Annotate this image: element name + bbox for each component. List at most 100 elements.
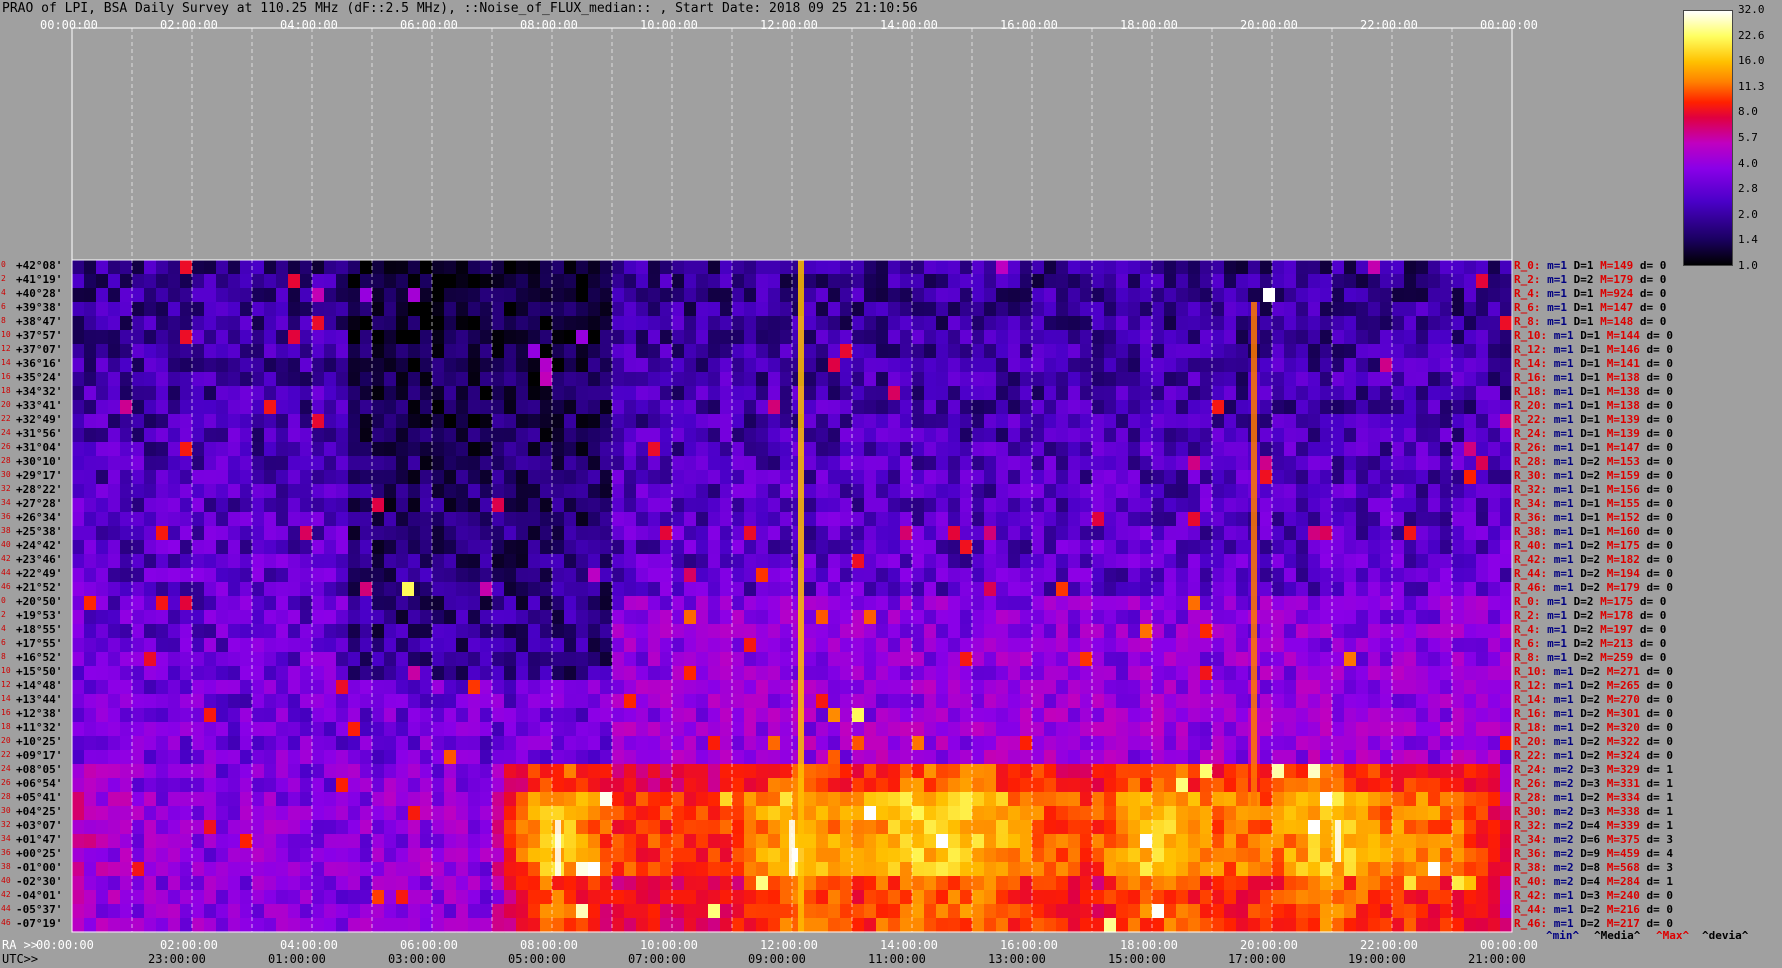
- heatmap-cell: [996, 736, 1009, 751]
- heatmap-cell: [660, 820, 673, 835]
- heatmap-cell: [264, 512, 277, 527]
- heatmap-cell: [1116, 610, 1129, 625]
- heatmap-cell: [132, 596, 145, 611]
- heatmap-cell: [132, 260, 145, 275]
- heatmap-cell: [504, 260, 517, 275]
- heatmap-cell: [804, 708, 817, 723]
- heatmap-cell: [1476, 680, 1489, 695]
- heatmap-cell: [324, 582, 337, 597]
- heatmap-cell: [1464, 414, 1477, 429]
- heatmap-cell: [1044, 764, 1057, 779]
- heatmap-cell: [144, 386, 157, 401]
- heatmap-cell: [456, 750, 469, 765]
- heatmap-cell: [1068, 750, 1081, 765]
- heatmap-cell: [84, 750, 97, 765]
- heatmap-cell: [768, 526, 781, 541]
- heatmap-cell: [1200, 610, 1213, 625]
- heatmap-cell: [552, 638, 565, 653]
- heatmap-cell: [516, 652, 529, 667]
- heatmap-cell: [192, 652, 205, 667]
- heatmap-cell: [720, 568, 733, 583]
- heatmap-cell: [348, 442, 361, 457]
- heatmap-cell: [816, 456, 829, 471]
- heatmap-cell: [1176, 638, 1189, 653]
- heatmap-cell: [1356, 316, 1369, 331]
- heatmap-cell: [1260, 456, 1273, 471]
- heatmap-cell: [816, 400, 829, 415]
- heatmap-cell: [900, 372, 913, 387]
- heatmap-cell: [156, 512, 169, 527]
- heatmap-cell: [576, 372, 589, 387]
- heatmap-cell: [1404, 302, 1417, 317]
- heatmap-cell: [336, 610, 349, 625]
- heatmap-cell: [288, 778, 301, 793]
- heatmap-cell: [756, 512, 769, 527]
- heatmap-cell: [336, 414, 349, 429]
- heatmap-cell: [1104, 302, 1117, 317]
- heatmap-cell: [1320, 358, 1333, 373]
- heatmap-cell: [240, 358, 253, 373]
- heatmap-cell: [720, 288, 733, 303]
- heatmap-cell: [168, 694, 181, 709]
- heatmap-cell: [324, 358, 337, 373]
- heatmap-cell: [180, 400, 193, 415]
- heatmap-cell: [348, 554, 361, 569]
- heatmap-cell: [444, 652, 457, 667]
- heatmap-cell: [156, 540, 169, 555]
- heatmap-cell: [1092, 694, 1105, 709]
- heatmap-cell: [1392, 358, 1405, 373]
- heatmap-cell: [744, 414, 757, 429]
- heatmap-cell: [492, 680, 505, 695]
- heatmap-cell: [96, 540, 109, 555]
- heatmap-cell: [1332, 498, 1345, 513]
- heatmap-cell: [1020, 764, 1033, 779]
- heatmap-cell: [864, 400, 877, 415]
- heatmap-cell: [1320, 722, 1333, 737]
- heatmap-cell: [1140, 386, 1153, 401]
- heatmap-cell: [84, 554, 97, 569]
- heatmap-cell: [540, 330, 553, 345]
- heatmap-cell: [492, 764, 505, 779]
- heatmap-cell: [504, 764, 517, 779]
- heatmap-cell: [684, 820, 697, 835]
- heatmap-cell: [1500, 750, 1513, 765]
- heatmap-cell: [1392, 540, 1405, 555]
- heatmap-cell: [1500, 666, 1513, 681]
- heatmap-cell: [516, 708, 529, 723]
- heatmap-cell: [612, 764, 625, 779]
- heatmap-cell: [828, 694, 841, 709]
- heatmap-cell: [1176, 260, 1189, 275]
- heatmap-cell: [1152, 400, 1165, 415]
- heatmap-cell: [528, 708, 541, 723]
- heatmap-cell: [408, 764, 421, 779]
- heatmap-cell: [456, 386, 469, 401]
- heatmap-cell: [852, 806, 865, 821]
- heatmap-cell: [528, 680, 541, 695]
- heatmap-cell: [1488, 540, 1501, 555]
- heatmap-cell: [72, 778, 85, 793]
- heatmap-cell: [960, 568, 973, 583]
- heatmap-cell: [1404, 680, 1417, 695]
- heatmap-cell: [756, 414, 769, 429]
- heatmap-cell: [1452, 666, 1465, 681]
- heatmap-cell: [1212, 498, 1225, 513]
- heatmap-cell: [924, 526, 937, 541]
- heatmap-cell: [1080, 288, 1093, 303]
- heatmap-cell: [864, 764, 877, 779]
- heatmap-cell: [816, 568, 829, 583]
- heatmap-cell: [1116, 414, 1129, 429]
- heatmap-cell: [1032, 288, 1045, 303]
- heatmap-cell: [648, 736, 661, 751]
- heatmap-cell: [1500, 498, 1513, 513]
- heatmap-cell: [540, 386, 553, 401]
- heatmap-cell: [948, 316, 961, 331]
- heatmap-cell: [1476, 820, 1489, 835]
- heatmap-cell: [912, 666, 925, 681]
- heatmap-cell: [1380, 694, 1393, 709]
- heatmap-cell: [1188, 428, 1201, 443]
- heatmap-cell: [732, 498, 745, 513]
- heatmap-cell: [672, 652, 685, 667]
- heatmap-cell: [1368, 820, 1381, 835]
- heatmap-cell: [780, 316, 793, 331]
- heatmap-cell: [1152, 582, 1165, 597]
